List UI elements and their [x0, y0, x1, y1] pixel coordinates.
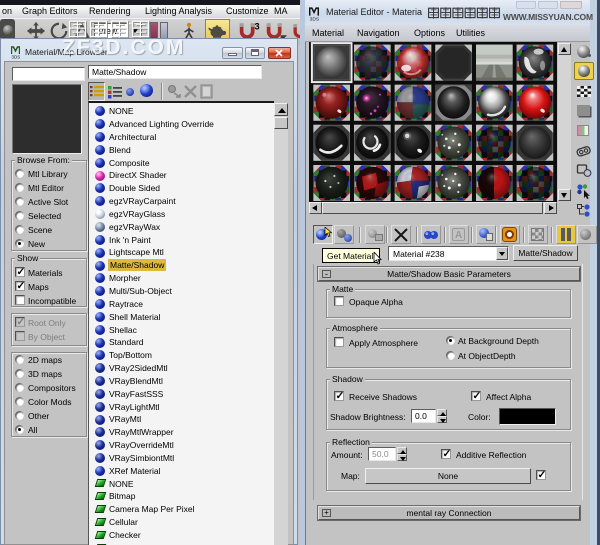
- svg-text:3DS: 3DS: [12, 55, 21, 60]
- svg-text:3DS: 3DS: [310, 16, 319, 21]
- svg-text:3: 3: [255, 22, 260, 32]
